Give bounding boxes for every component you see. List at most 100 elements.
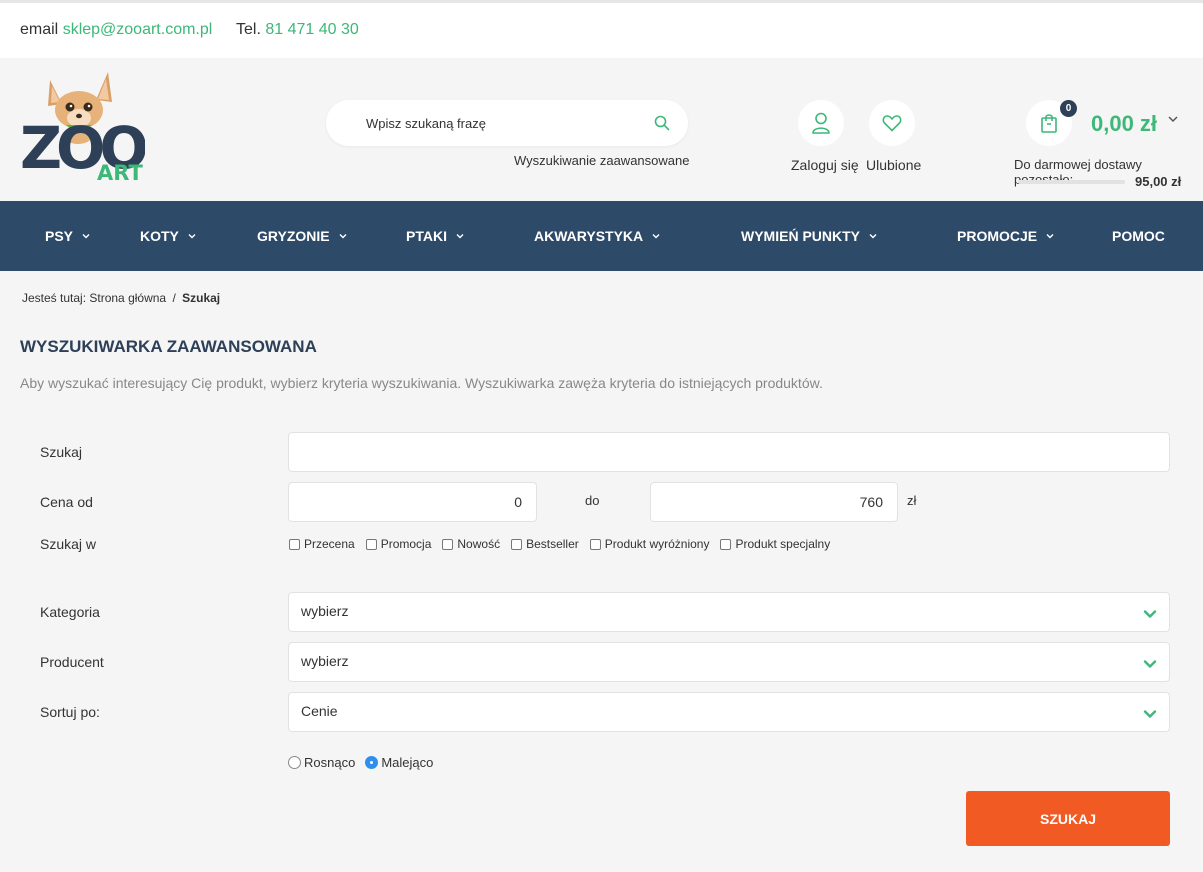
search-field-label: Szukaj	[40, 444, 83, 460]
checkbox-box[interactable]	[589, 538, 601, 550]
login-label[interactable]: Zaloguj się	[791, 157, 859, 173]
favorites-button[interactable]	[869, 100, 915, 146]
radio-label: Rosnąco	[304, 755, 356, 770]
checkbox-bestseller[interactable]: Bestseller	[511, 537, 579, 551]
search-in-label: Szukaj w	[40, 536, 97, 552]
price-from-input[interactable]	[288, 482, 537, 522]
contact-email: email sklep@zooart.com.pl	[20, 21, 212, 39]
category-label: Kategoria	[40, 604, 100, 620]
contact-phone: Tel. 81 471 40 30	[236, 21, 359, 39]
nav-item-psy[interactable]: PSY	[45, 201, 90, 271]
tel-label: Tel.	[236, 21, 261, 38]
chevron-down-icon	[1143, 610, 1157, 618]
nav-item-label: PTAKI	[406, 228, 447, 244]
main-navigation: PSY KOTY GRYZONIE PTAKI AKWARYSTYKA WYMI…	[0, 201, 1203, 271]
nav-item-label: PROMOCJE	[957, 228, 1038, 244]
nav-item-koty[interactable]: KOTY	[140, 201, 196, 271]
search-box	[326, 100, 688, 146]
chevron-down-icon	[82, 234, 90, 239]
checkbox-box[interactable]	[365, 538, 377, 550]
radio-descending[interactable]: Malejąco	[365, 755, 433, 770]
cart-total[interactable]: 0,00 zł	[1091, 111, 1157, 137]
heart-icon	[882, 115, 902, 132]
checkbox-label: Bestseller	[526, 537, 579, 551]
radio-dot[interactable]	[288, 756, 301, 769]
checkbox-box[interactable]	[720, 538, 732, 550]
nav-item-label: AKWARYSTYKA	[534, 228, 644, 244]
free-delivery-progress	[1018, 180, 1125, 184]
checkbox-nowosc[interactable]: Nowość	[442, 537, 500, 551]
producer-select[interactable]: wybierz	[288, 642, 1170, 682]
nav-item-ptaki[interactable]: PTAKI	[406, 201, 464, 271]
checkbox-box[interactable]	[289, 538, 300, 550]
email-link[interactable]: sklep@zooart.com.pl	[63, 21, 213, 38]
breadcrumb-prefix: Jesteś tutaj:	[22, 291, 87, 305]
checkbox-promocja[interactable]: Promocja	[365, 537, 432, 551]
chevron-down-icon[interactable]	[1168, 114, 1178, 124]
search-input[interactable]	[366, 112, 636, 134]
nav-item-pomoc[interactable]: POMOC	[1112, 201, 1165, 271]
nav-item-label: GRYZONIE	[257, 228, 330, 244]
category-select-value: wybierz	[301, 603, 349, 619]
search-in-options: Przecena Promocja Nowość Bestseller Prod…	[289, 537, 841, 551]
sort-select[interactable]: Cenie	[288, 692, 1170, 732]
currency-label: zł	[907, 493, 917, 508]
price-from-label: Cena od	[40, 494, 93, 510]
radio-ascending[interactable]: Rosnąco	[288, 755, 355, 770]
breadcrumb-home-link[interactable]: Strona główna	[89, 291, 166, 305]
svg-text:ART: ART	[97, 161, 143, 185]
chihuahua-dog-mascot-icon: ZOO ART	[20, 72, 152, 185]
free-delivery-amount: 95,00 zł	[1135, 174, 1182, 189]
breadcrumb-separator: /	[172, 291, 176, 305]
cart-count-badge: 0	[1060, 100, 1077, 117]
chevron-down-icon	[188, 234, 196, 239]
chevron-down-icon	[1143, 660, 1157, 668]
checkbox-label: Przecena	[304, 537, 355, 551]
checkbox-box[interactable]	[442, 538, 454, 550]
sort-select-value: Cenie	[301, 703, 338, 719]
nav-item-promocje[interactable]: PROMOCJE	[957, 201, 1054, 271]
top-bar: email sklep@zooart.com.pl Tel. 81 471 40…	[0, 0, 1203, 58]
nav-item-akwarystyka[interactable]: AKWARYSTYKA	[534, 201, 660, 271]
page-title: WYSZUKIWARKA ZAAWANSOWANA	[20, 337, 317, 356]
nav-item-label: WYMIEŃ PUNKTY	[741, 228, 860, 244]
nav-item-gryzonie[interactable]: GRYZONIE	[257, 201, 347, 271]
checkbox-produkt-wyrozniony[interactable]: Produkt wyróżniony	[589, 537, 710, 551]
sort-order-options: Rosnąco Malejąco	[288, 755, 443, 770]
page-description: Aby wyszukać interesujący Cię produkt, w…	[20, 375, 823, 391]
logo[interactable]: ZOO ART	[20, 70, 152, 185]
chevron-down-icon	[1143, 710, 1157, 718]
radio-dot-selected[interactable]	[365, 756, 379, 769]
login-button[interactable]	[798, 100, 844, 146]
chevron-down-icon	[1046, 234, 1054, 239]
advanced-search-link[interactable]: Wyszukiwanie zaawansowane	[514, 153, 689, 168]
producer-select-value: wybierz	[301, 653, 349, 669]
checkbox-label: Produkt wyróżniony	[604, 537, 710, 551]
price-to-input[interactable]	[650, 482, 898, 522]
chevron-down-icon	[652, 234, 660, 239]
shopping-bag-icon	[1041, 114, 1057, 133]
search-query-input[interactable]	[288, 432, 1170, 472]
breadcrumb-current: Szukaj	[182, 291, 221, 305]
breadcrumb: Jesteś tutaj: Strona główna / Szukaj	[22, 291, 220, 305]
chevron-down-icon	[869, 234, 877, 239]
price-to-label: do	[585, 493, 600, 508]
favorites-label[interactable]: Ulubione	[866, 157, 921, 173]
checkbox-produkt-specjalny[interactable]: Produkt specjalny	[720, 537, 830, 551]
checkbox-przecena[interactable]: Przecena	[289, 537, 355, 551]
chevron-down-icon	[339, 234, 347, 239]
checkbox-box[interactable]	[511, 538, 523, 550]
search-submit-button[interactable]: SZUKAJ	[966, 791, 1170, 846]
nav-item-label: KOTY	[140, 228, 179, 244]
nav-item-label: PSY	[45, 228, 74, 244]
producer-label: Producent	[40, 654, 104, 670]
checkbox-label: Promocja	[380, 537, 432, 551]
search-icon[interactable]	[654, 115, 670, 131]
radio-label: Malejąco	[381, 755, 434, 770]
category-select[interactable]: wybierz	[288, 592, 1170, 632]
sort-label: Sortuj po:	[40, 704, 100, 720]
chevron-down-icon	[456, 234, 464, 239]
checkbox-label: Nowość	[457, 537, 501, 551]
nav-item-wymien-punkty[interactable]: WYMIEŃ PUNKTY	[741, 201, 877, 271]
phone-link[interactable]: 81 471 40 30	[265, 21, 358, 38]
